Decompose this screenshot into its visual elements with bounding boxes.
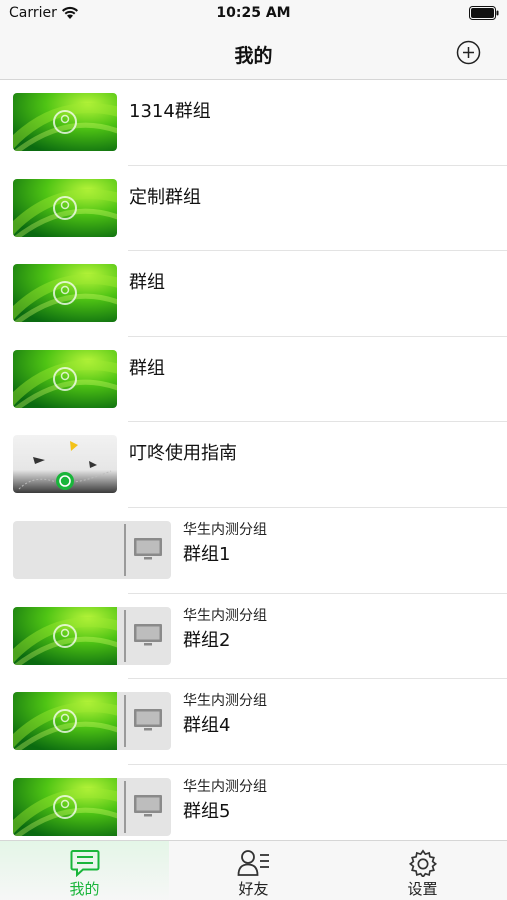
group-thumbnail (13, 692, 171, 751)
group-title: 1314群组 (129, 101, 211, 122)
group-thumbnail (13, 349, 117, 408)
group-list[interactable]: 1314群组 定制群组 群组 群组 叮咚使用指南 华生内测分组 群组1 华生内测… (0, 80, 507, 840)
group-thumbnail (13, 777, 171, 836)
group-title: 群组5 (183, 800, 231, 822)
list-item[interactable]: 华生内测分组 群组5 (0, 765, 507, 840)
list-item[interactable]: 1314群组 (0, 80, 507, 166)
tv-icon (134, 709, 162, 731)
group-thumbnail (13, 264, 117, 323)
gear-icon (408, 849, 437, 879)
status-bar: Carrier 10:25 AM (0, 0, 507, 28)
group-title: 群组2 (183, 629, 231, 651)
tab-friends[interactable]: 好友 (169, 841, 338, 900)
tv-icon (134, 794, 162, 817)
list-item[interactable]: 华生内测分组 群组1 (0, 508, 507, 594)
add-icon[interactable] (456, 40, 481, 65)
list-item[interactable]: 叮咚使用指南 (0, 422, 507, 508)
tv-icon (134, 538, 162, 560)
group-subtitle: 华生内测分组 (183, 778, 267, 795)
divider (124, 695, 126, 748)
tab-bar: 我的 好友 设置 (0, 840, 507, 900)
list-item[interactable]: 群组 (0, 337, 507, 423)
group-thumbnail (13, 93, 117, 151)
group-image (13, 349, 117, 408)
list-item[interactable]: 华生内测分组 群组2 (0, 594, 507, 680)
tab-label: 设置 (407, 880, 438, 898)
tab-mine[interactable]: 我的 (0, 841, 169, 900)
tab-settings[interactable]: 设置 (338, 841, 507, 900)
group-subtitle: 华生内测分组 (183, 522, 267, 538)
group-thumbnail (13, 435, 117, 494)
group-title: 群组1 (183, 544, 231, 565)
group-title: 群组 (129, 272, 165, 294)
chat-icon (70, 850, 99, 878)
group-title: 群组 (129, 357, 165, 379)
group-title: 定制群组 (129, 186, 201, 208)
battery-icon (469, 6, 499, 20)
group-image (13, 777, 117, 836)
group-image (13, 606, 117, 665)
group-image (13, 692, 117, 751)
tab-label: 我的 (69, 880, 100, 898)
group-title: 叮咚使用指南 (129, 443, 237, 465)
divider (124, 609, 126, 662)
contacts-icon (237, 850, 269, 876)
group-image (13, 93, 117, 151)
guide-image (13, 435, 117, 494)
divider (124, 780, 126, 833)
group-image (13, 178, 117, 237)
navigation-bar: 我的 (0, 28, 507, 80)
list-item[interactable]: 华生内测分组 群组4 (0, 679, 507, 765)
group-image (13, 264, 117, 323)
page-title: 我的 (234, 45, 273, 67)
group-subtitle: 华生内测分组 (183, 607, 267, 624)
group-title: 群组4 (183, 715, 231, 737)
list-item[interactable]: 定制群组 (0, 166, 507, 252)
group-subtitle: 华生内测分组 (183, 693, 267, 710)
tv-icon (134, 623, 162, 646)
group-thumbnail (13, 606, 171, 665)
clock: 10:25 AM (216, 5, 291, 21)
group-thumbnail (13, 521, 171, 579)
list-item[interactable]: 群组 (0, 251, 507, 337)
divider (124, 524, 126, 576)
tab-label: 好友 (238, 880, 269, 898)
group-thumbnail (13, 178, 117, 237)
